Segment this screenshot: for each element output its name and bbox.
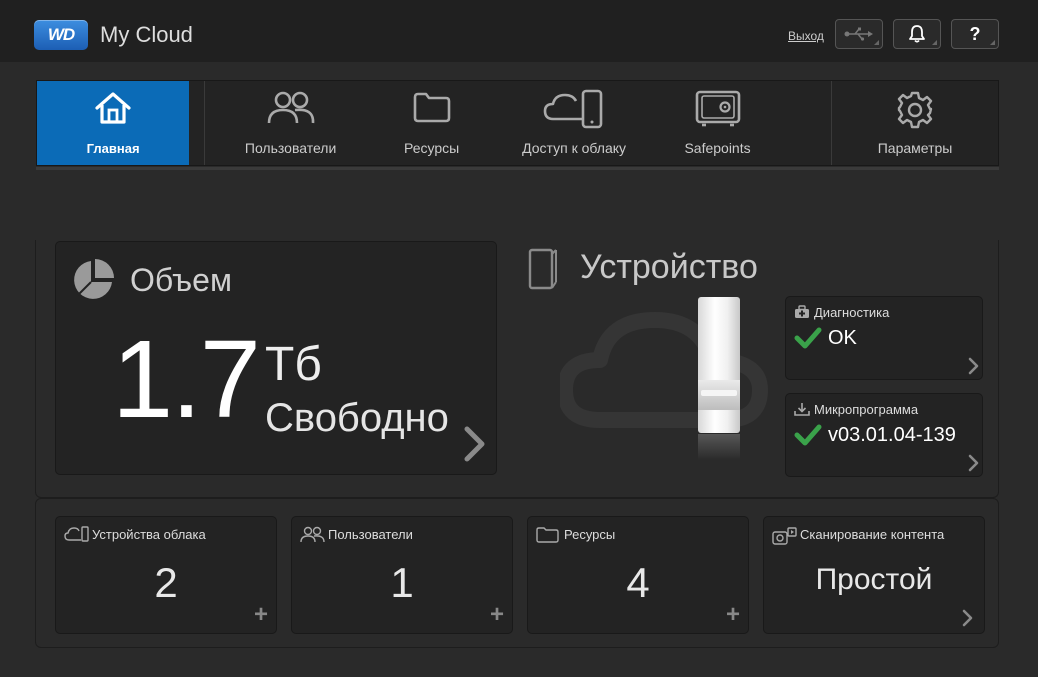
tile-content-scan[interactable]: Сканирование контента Простой (763, 516, 985, 634)
nav-underline (36, 167, 999, 170)
capacity-value: 1.7 (112, 318, 261, 441)
tile-cloud-devices[interactable]: Устройства облака 2 + (55, 516, 277, 634)
folder-icon (536, 527, 559, 543)
diagnostics-label: Диагностика (814, 305, 890, 320)
home-icon (95, 92, 131, 124)
capacity-state: Свободно (265, 396, 449, 440)
tile-users[interactable]: Пользователи 1 + (291, 516, 513, 634)
add-cloud-device-button[interactable]: + (254, 603, 268, 627)
firmware-card[interactable]: Микропрограмма v03.01.04-139 (785, 393, 983, 477)
usb-button[interactable] (835, 19, 883, 49)
media-scan-icon (772, 527, 797, 545)
tab-safepoints[interactable]: Safepoints (661, 81, 774, 165)
tab-users[interactable]: Пользователи (205, 81, 376, 165)
folder-icon (413, 92, 450, 123)
tile-cloud-devices-label: Устройства облака (92, 527, 206, 542)
tile-users-count: 1 (390, 559, 414, 606)
checkmark-icon (794, 424, 822, 446)
tab-safepoints-label: Safepoints (684, 140, 751, 156)
diagnostics-card[interactable]: Диагностика OK (785, 296, 983, 380)
pie-chart-icon (74, 259, 114, 299)
device-title: Устройство (580, 248, 758, 286)
capacity-title: Объем (130, 262, 232, 298)
top-bar: WD My Cloud Выход ? (0, 0, 1038, 62)
tile-content-scan-status: Простой (815, 563, 933, 596)
download-icon (794, 403, 810, 416)
safe-icon (695, 90, 740, 127)
tab-shares[interactable]: Ресурсы (376, 81, 487, 165)
tile-shares[interactable]: Ресурсы 4 + (527, 516, 749, 634)
users-icon (300, 526, 325, 543)
firmware-version: v03.01.04-139 (828, 424, 956, 446)
tab-home-label: Главная (86, 141, 140, 156)
tile-shares-label: Ресурсы (564, 527, 616, 542)
tab-shares-label: Ресурсы (404, 140, 460, 156)
users-icon (267, 91, 314, 124)
tab-cloud-access-label: Доступ к облаку (522, 140, 627, 156)
diagnostics-value: OK (828, 327, 857, 349)
checkmark-icon (794, 327, 822, 349)
tab-users-label: Пользователи (244, 140, 337, 156)
tab-settings[interactable]: Параметры (832, 81, 998, 165)
app-title: My Cloud (100, 22, 193, 47)
tab-settings-label: Параметры (877, 140, 953, 156)
tile-shares-count: 4 (626, 559, 650, 606)
bell-icon (909, 25, 925, 43)
tab-cloud-access[interactable]: Доступ к облаку (487, 81, 661, 165)
chevron-right-icon[interactable] (968, 357, 980, 375)
medical-kit-icon (795, 305, 809, 318)
gear-icon (897, 91, 933, 129)
main-nav: Главная Пользователи Ресурсы Доступ к об… (36, 80, 999, 166)
tile-content-scan-label: Сканирование контента (800, 527, 945, 542)
tile-cloud-devices-count: 2 (154, 559, 178, 606)
wd-logo: WD (34, 20, 88, 50)
tile-users-label: Пользователи (328, 527, 413, 542)
device-reflection (698, 434, 740, 460)
mycloud-device-image (698, 297, 740, 433)
add-user-button[interactable]: + (490, 603, 504, 627)
help-button[interactable]: ? (951, 19, 999, 49)
notifications-button[interactable] (893, 19, 941, 49)
chevron-right-icon[interactable] (462, 426, 488, 462)
tab-home[interactable]: Главная (37, 81, 190, 165)
capacity-unit: Тб (265, 338, 322, 391)
add-share-button[interactable]: + (726, 603, 740, 627)
cloud-device-icon (543, 89, 603, 129)
chevron-right-icon[interactable] (968, 454, 980, 472)
device-icon (528, 248, 557, 290)
firmware-label: Микропрограмма (814, 402, 919, 417)
help-label: ? (969, 23, 981, 44)
cloud-devices-icon (64, 526, 89, 542)
chevron-right-icon[interactable] (962, 609, 974, 627)
usb-icon (844, 27, 873, 41)
logout-link[interactable]: Выход (788, 29, 824, 43)
